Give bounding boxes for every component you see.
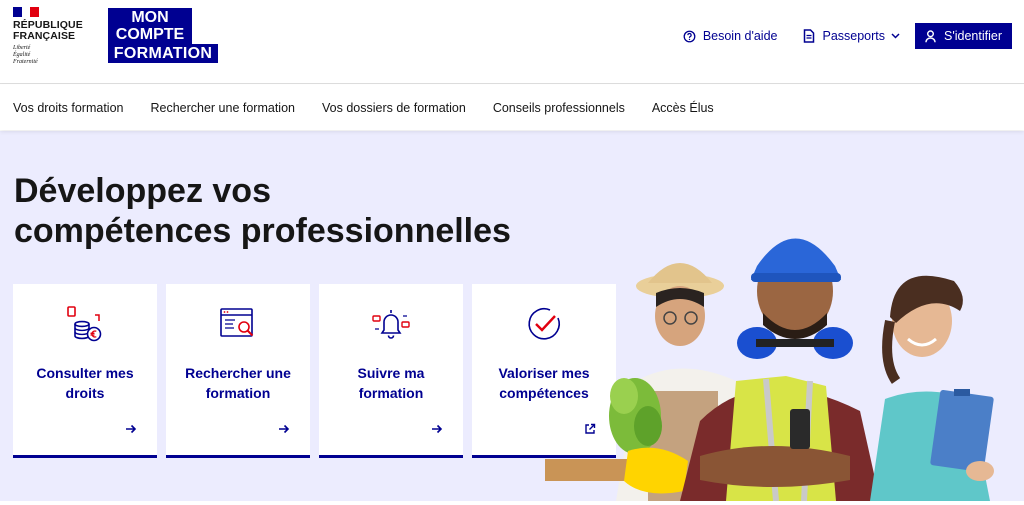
arrow-right-icon [432, 424, 443, 434]
site-header: RÉPUBLIQUE FRANÇAISE Liberté Égalité Frater… [0, 0, 1024, 84]
question-circle-icon [683, 30, 696, 42]
help-link[interactable]: Besoin d'aide [683, 29, 778, 43]
card-label: Rechercher une formation [185, 365, 291, 401]
mon-compte-formation-logo[interactable]: MON COMPTE FORMATION [108, 8, 218, 63]
passports-menu[interactable]: Passeports [803, 29, 900, 43]
nav-item-acces-elus[interactable]: Accès Élus [652, 101, 714, 115]
nav-item-vos-droits[interactable]: Vos droits formation [13, 101, 123, 115]
card-rechercher-formation[interactable]: Rechercher une formation [166, 284, 310, 458]
bell-notification-icon [372, 310, 410, 339]
hero-title: Développez vos compétences professionnel… [14, 172, 511, 250]
french-flag-icon [13, 7, 40, 17]
login-button[interactable]: S'identifier [915, 23, 1012, 49]
card-label: Consulter mes droits [36, 365, 134, 401]
document-icon [804, 29, 815, 43]
arrow-right-icon [126, 424, 137, 434]
republique-francaise-logo[interactable]: RÉPUBLIQUE FRANÇAISE Liberté Égalité Frater… [13, 7, 93, 66]
card-label: Suivre ma formation [357, 365, 425, 401]
help-link-label: Besoin d'aide [702, 29, 778, 43]
card-consulter-droits[interactable]: Consulter mes droits [13, 284, 157, 458]
card-suivre-formation[interactable]: Suivre ma formation [319, 284, 463, 458]
chevron-down-icon [891, 33, 900, 39]
main-navigation: Vos droits formation Rechercher une form… [0, 85, 1024, 130]
user-icon [925, 29, 936, 42]
search-document-icon [220, 308, 254, 337]
nurse-figure [870, 275, 994, 501]
nav-item-vos-dossiers[interactable]: Vos dossiers de formation [322, 101, 466, 115]
coins-icon [67, 306, 102, 342]
action-cards: Consulter mes droits Rechercher une form… [13, 284, 625, 458]
republic-motto: Liberté Égalité Fraternité [13, 45, 38, 65]
header-tools: Besoin d'aide Passeports S'identifier [657, 23, 1012, 49]
login-button-label: S'identifier [944, 29, 1002, 43]
nav-item-conseils[interactable]: Conseils professionnels [493, 101, 625, 115]
page-bottom [0, 501, 1024, 505]
passports-menu-label: Passeports [822, 29, 886, 43]
nav-item-rechercher-formation[interactable]: Rechercher une formation [150, 101, 295, 115]
hero-section: Développez vos compétences professionnel… [0, 131, 1024, 501]
hero-people-illustration [545, 238, 994, 501]
republic-name: RÉPUBLIQUE FRANÇAISE [13, 19, 83, 42]
arrow-right-icon [279, 424, 290, 434]
